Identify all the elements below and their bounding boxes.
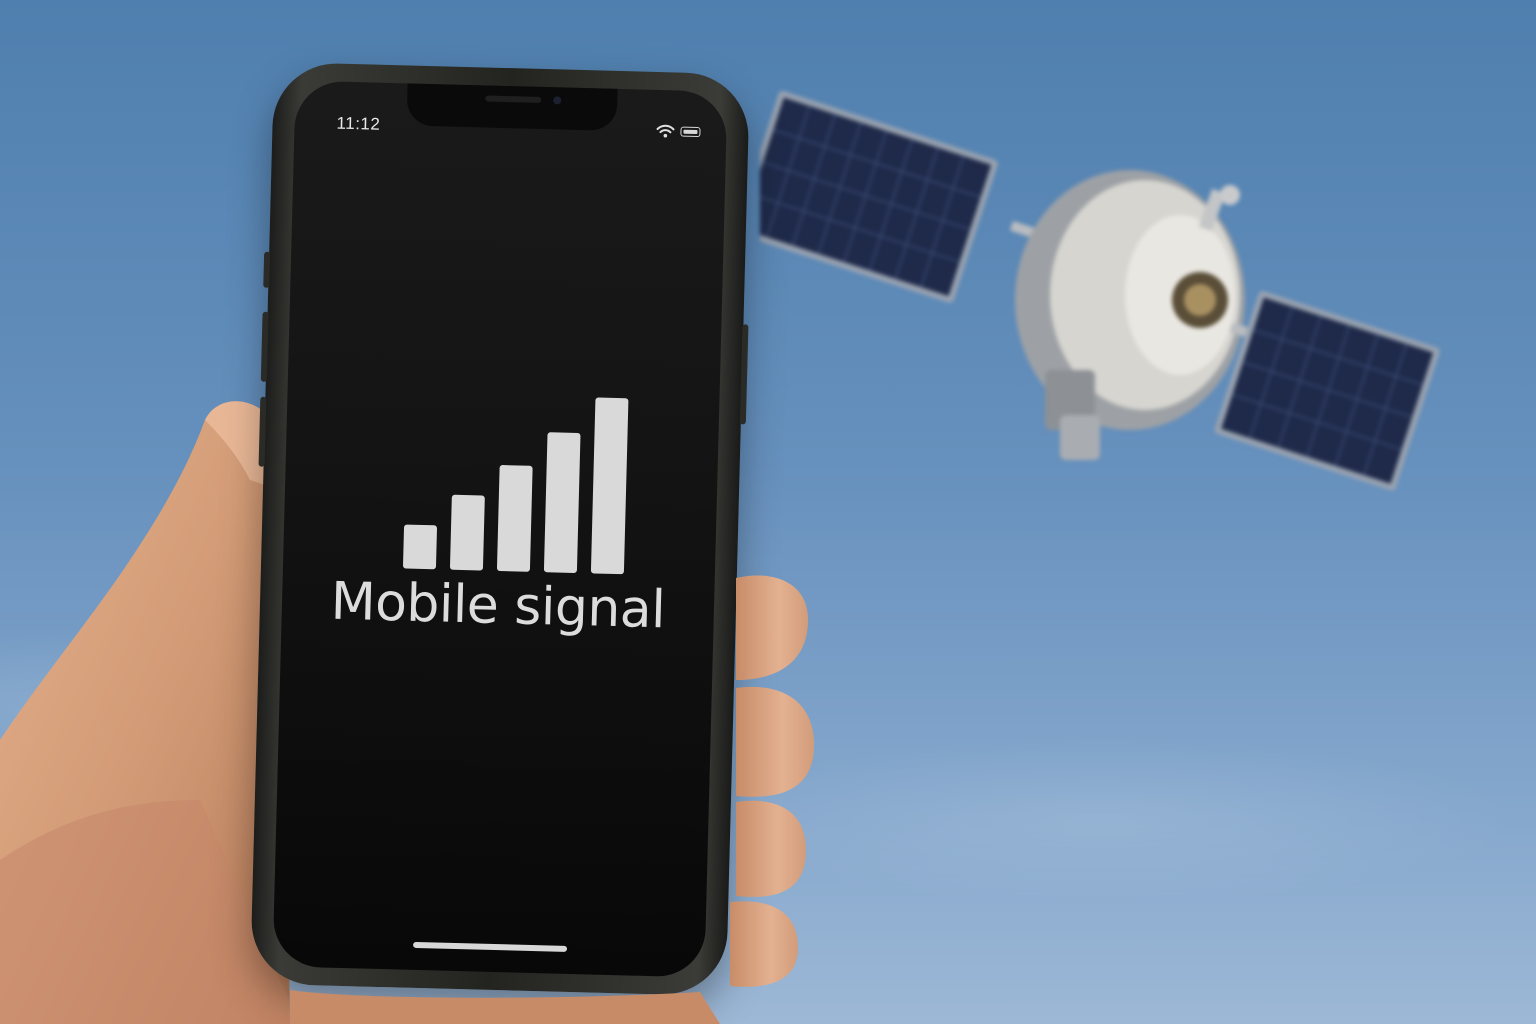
notch — [406, 81, 618, 131]
volume-down-button[interactable] — [258, 396, 267, 467]
status-time: 11:12 — [336, 113, 381, 134]
signal-bar-3 — [496, 464, 533, 572]
earpiece-speaker — [485, 95, 542, 103]
smartphone: 11:12 Mobile signal — [250, 61, 750, 997]
signal-bar-1 — [402, 524, 438, 570]
signal-bar-4 — [543, 432, 581, 574]
phone-screen: 11:12 Mobile signal — [272, 80, 728, 978]
battery-icon — [680, 126, 701, 138]
volume-up-button[interactable] — [260, 311, 269, 382]
signal-bar-5 — [590, 397, 629, 575]
front-camera — [553, 96, 562, 105]
mute-switch — [263, 251, 271, 288]
hand — [0, 401, 300, 1024]
wifi-icon — [656, 124, 675, 138]
status-icons — [656, 124, 701, 139]
signal-bar-2 — [449, 494, 485, 571]
home-indicator[interactable] — [413, 941, 568, 952]
screen-title: Mobile signal — [330, 571, 666, 641]
signal-bars-icon — [402, 384, 638, 575]
